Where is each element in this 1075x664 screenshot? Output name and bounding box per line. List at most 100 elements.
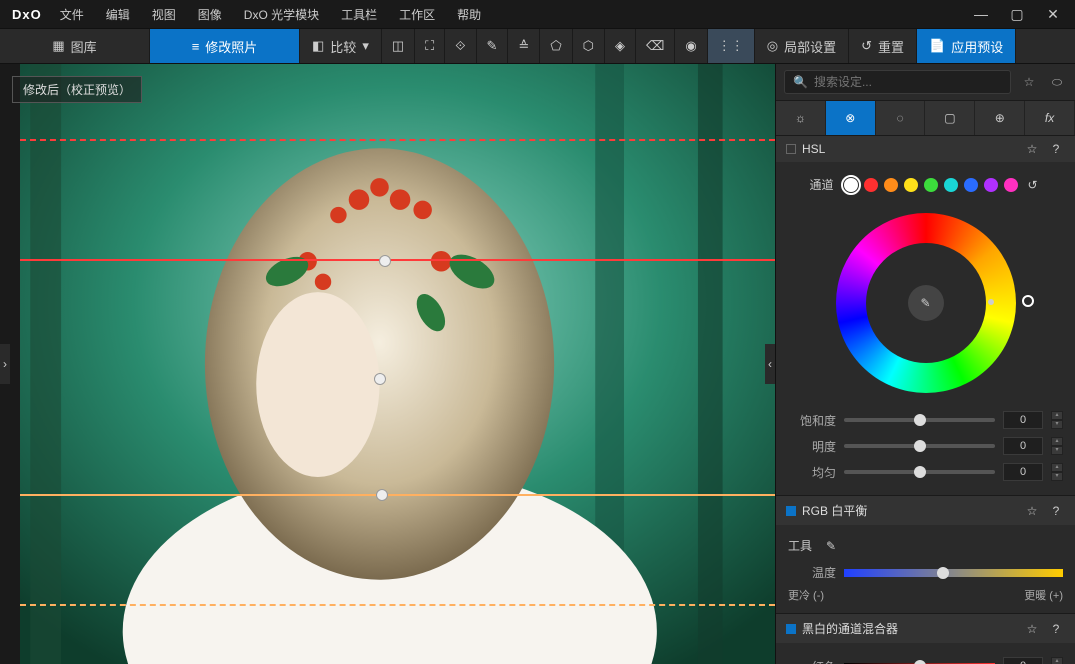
uniform-slider[interactable] — [844, 470, 995, 474]
menu-help[interactable]: 帮助 — [447, 2, 491, 27]
split-view-button[interactable]: ◫ — [382, 29, 415, 63]
active-filter-toggle[interactable]: ⬭ — [1047, 72, 1067, 92]
channel-dot-6[interactable] — [964, 178, 978, 192]
menu-workspace[interactable]: 工作区 — [389, 2, 445, 27]
channel-row: 通道 ↺ — [788, 172, 1063, 203]
tab-geometry[interactable]: ▢ — [925, 101, 975, 135]
eyedropper-icon: ✎ — [487, 38, 498, 54]
channel-reset-button[interactable]: ↺ — [1024, 178, 1042, 192]
close-button[interactable]: ✕ — [1035, 0, 1071, 28]
hsl-fav-button[interactable]: ☆ — [1023, 142, 1041, 156]
guide-line-3[interactable] — [20, 604, 775, 606]
photo-viewport[interactable] — [20, 64, 775, 664]
color-wheel-wrap: ✎ — [788, 203, 1063, 407]
crop-button[interactable]: ⟐ — [445, 29, 476, 63]
bw-red-spinner[interactable]: ▴▾ — [1051, 657, 1063, 664]
wheel-outer-handle[interactable] — [1022, 295, 1034, 307]
sliders-icon: ≡ — [192, 39, 200, 54]
rgbwb-body: 工具 ✎ 温度 更冷 (-) 更暖 (+) — [776, 525, 1075, 613]
saturation-spinner[interactable]: ▴▾ — [1051, 411, 1063, 429]
hsl-header[interactable]: HSL ☆ ? — [776, 136, 1075, 162]
expand-left-handle[interactable]: › — [0, 344, 10, 384]
minimize-button[interactable]: — — [963, 0, 999, 28]
bwmix-header[interactable]: 黑白的通道混合器 ☆ ? — [776, 614, 1075, 643]
menu-view[interactable]: 视图 — [142, 2, 186, 27]
guide-line-2[interactable] — [20, 494, 775, 496]
lightness-spinner[interactable]: ▴▾ — [1051, 437, 1063, 455]
tab-light[interactable]: ☼ — [776, 101, 826, 135]
compare-button[interactable]: ◧ 比较 ▾ — [300, 29, 382, 63]
channel-dot-5[interactable] — [944, 178, 958, 192]
menu-file[interactable]: 文件 — [50, 2, 94, 27]
control-point-2[interactable] — [376, 489, 388, 501]
saturation-value[interactable]: 0 — [1003, 411, 1043, 429]
color-wheel[interactable]: ✎ — [836, 213, 1016, 393]
rgbwb-header[interactable]: RGB 白平衡 ☆ ? — [776, 496, 1075, 525]
channel-dot-0[interactable] — [844, 178, 858, 192]
guide-line-0[interactable] — [20, 139, 775, 141]
picker-icon: ✎ — [920, 296, 930, 310]
menu-toolbar[interactable]: 工具栏 — [331, 2, 387, 27]
menu-edit[interactable]: 编辑 — [96, 2, 140, 27]
local-button[interactable]: ◎ 局部设置 — [755, 29, 849, 63]
bwmix-fav-button[interactable]: ☆ — [1023, 622, 1041, 636]
expand-right-handle[interactable]: ‹ — [765, 344, 775, 384]
edit-tab[interactable]: ≡ 修改照片 — [150, 29, 300, 63]
library-tab[interactable]: ▦ 图库 — [0, 29, 150, 63]
side-panel: 🔍 ☆ ⬭ ☼ ⊗ ◌ ▢ ⊕ fx HSL ☆ ? 通道 — [775, 64, 1075, 664]
channel-dot-3[interactable] — [904, 178, 918, 192]
sun-icon: ☼ — [795, 111, 806, 125]
uniform-value[interactable]: 0 — [1003, 463, 1043, 481]
eyedropper-button[interactable]: ✎ — [477, 29, 509, 63]
rgbwb-fav-button[interactable]: ☆ — [1023, 504, 1041, 518]
wheel-picker-button[interactable]: ✎ — [908, 285, 944, 321]
horizon-button[interactable]: ≙ — [508, 29, 540, 63]
main-toolbar: ▦ 图库 ≡ 修改照片 ◧ 比较 ▾ ◫ ⛶ ⟐ ✎ ≙ ⬠ ⬡ ◈ ⌫ ◉ ⋮… — [0, 28, 1075, 64]
wb-tool-row: 工具 ✎ — [788, 535, 1063, 560]
saturation-slider[interactable] — [844, 418, 995, 422]
control-point-1[interactable] — [374, 373, 386, 385]
wheel-inner-marker[interactable] — [988, 299, 994, 305]
menu-optics[interactable]: DxO 光学模块 — [234, 2, 329, 27]
bwmix-enable-check[interactable] — [786, 624, 796, 634]
temp-slider[interactable] — [844, 569, 1063, 577]
menu-image[interactable]: 图像 — [188, 2, 232, 27]
perspective3-button[interactable]: ◈ — [605, 29, 636, 63]
active-tool-button[interactable]: ⋮⋮ — [708, 29, 755, 63]
tab-fx[interactable]: fx — [1025, 101, 1075, 135]
rgbwb-help-button[interactable]: ? — [1047, 504, 1065, 518]
tab-color[interactable]: ⊗ — [826, 101, 876, 135]
control-point-0[interactable] — [379, 255, 391, 267]
redeye-button[interactable]: ◉ — [675, 29, 707, 63]
temp-row: 温度 — [788, 560, 1063, 585]
guide-line-1[interactable] — [20, 259, 775, 261]
perspective2-button[interactable]: ⬡ — [573, 29, 605, 63]
repair-button[interactable]: ⌫ — [636, 29, 675, 63]
hsl-help-button[interactable]: ? — [1047, 142, 1065, 156]
favorite-filter-button[interactable]: ☆ — [1019, 72, 1039, 92]
uniform-spinner[interactable]: ▴▾ — [1051, 463, 1063, 481]
channel-dot-7[interactable] — [984, 178, 998, 192]
channel-dot-8[interactable] — [1004, 178, 1018, 192]
search-box[interactable]: 🔍 — [784, 70, 1011, 94]
preset-button[interactable]: 📄 应用预设 — [917, 29, 1016, 63]
rgbwb-enable-check[interactable] — [786, 506, 796, 516]
maximize-button[interactable]: ▢ — [999, 0, 1035, 28]
lightness-value[interactable]: 0 — [1003, 437, 1043, 455]
channel-dot-1[interactable] — [864, 178, 878, 192]
search-input[interactable] — [814, 75, 1002, 89]
bwmix-help-button[interactable]: ? — [1047, 622, 1065, 636]
lightness-slider[interactable] — [844, 444, 995, 448]
tab-detail[interactable]: ◌ — [876, 101, 926, 135]
channel-dot-2[interactable] — [884, 178, 898, 192]
perspective1-button[interactable]: ⬠ — [540, 29, 572, 63]
wb-picker-button[interactable]: ✎ — [822, 539, 840, 553]
hsl-enable-check[interactable] — [786, 144, 796, 154]
channel-dot-4[interactable] — [924, 178, 938, 192]
bw-red-value[interactable]: 0 — [1003, 657, 1043, 664]
hsl-section: HSL ☆ ? 通道 ↺ ✎ 饱和度 — [776, 136, 1075, 496]
bwmix-section: 黑白的通道混合器 ☆ ? 红色 0 ▴▾ — [776, 614, 1075, 664]
tab-effects[interactable]: ⊕ — [975, 101, 1025, 135]
fullscreen-button[interactable]: ⛶ — [415, 29, 445, 63]
reset-button[interactable]: ↺ 重置 — [849, 29, 917, 63]
